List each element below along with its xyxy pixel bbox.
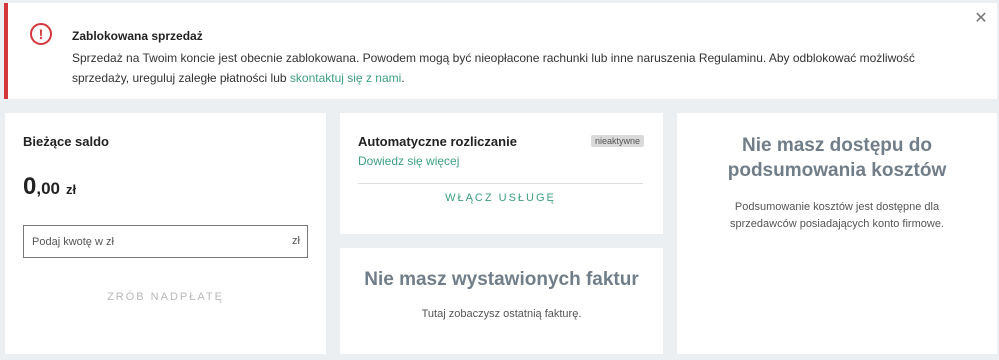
blocked-sales-alert: ! Zablokowana sprzedaż Sprzedaż na Twoim… [4,3,997,99]
amount-input-field[interactable]: zł [23,225,308,258]
auto-settlement-title: Automatyczne rozliczanie [358,134,517,149]
learn-more-link[interactable]: Dowiedz się więcej [358,154,459,168]
alert-message: Sprzedaż na Twoim koncie jest obecnie za… [72,48,972,88]
contact-us-link[interactable]: skontaktuj się z nami [290,71,401,85]
enable-service-button[interactable]: WŁĄCZ USŁUGĘ [358,192,643,210]
alert-title: Zablokowana sprzedaż [72,29,203,43]
balance-amount-decimal: ,00 [36,179,60,198]
status-badge: nieaktywne [590,135,644,147]
divider [358,183,643,184]
balance-amount-integer: 0 [23,173,37,200]
alert-message-text: Sprzedaż na Twoim koncie jest obecnie za… [72,51,915,85]
invoices-empty-title: Nie masz wystawionych faktur [364,269,639,290]
costs-empty-title: Nie masz dostępu do podsumowania kosztów [727,135,947,181]
balance-currency: zł [66,182,77,197]
close-icon[interactable]: ✕ [973,11,989,27]
amount-input-unit: zł [292,235,300,247]
costs-empty-text: Podsumowanie kosztów jest dostępne dla s… [730,201,944,230]
auto-settlement-card: Automatyczne rozliczanie nieaktywne Dowi… [340,113,663,234]
alert-message-suffix: . [401,71,405,85]
amount-input[interactable] [30,232,284,252]
balance-title: Bieżące saldo [23,134,109,149]
balance-amount: 0,00 zł [23,173,76,201]
costs-card: Nie masz dostępu do podsumowania kosztów… [677,113,997,354]
invoices-empty-text: Tutaj zobaczysz ostatnią fakturę. [421,308,582,320]
invoices-card: Nie masz wystawionych faktur Tutaj zobac… [340,248,663,354]
overpayment-button[interactable]: ZRÓB NADPŁATĘ [23,291,308,311]
balance-card: Bieżące saldo 0,00 zł zł ZRÓB NADPŁATĘ [5,113,326,354]
exclamation-circle-icon: ! [30,23,52,45]
